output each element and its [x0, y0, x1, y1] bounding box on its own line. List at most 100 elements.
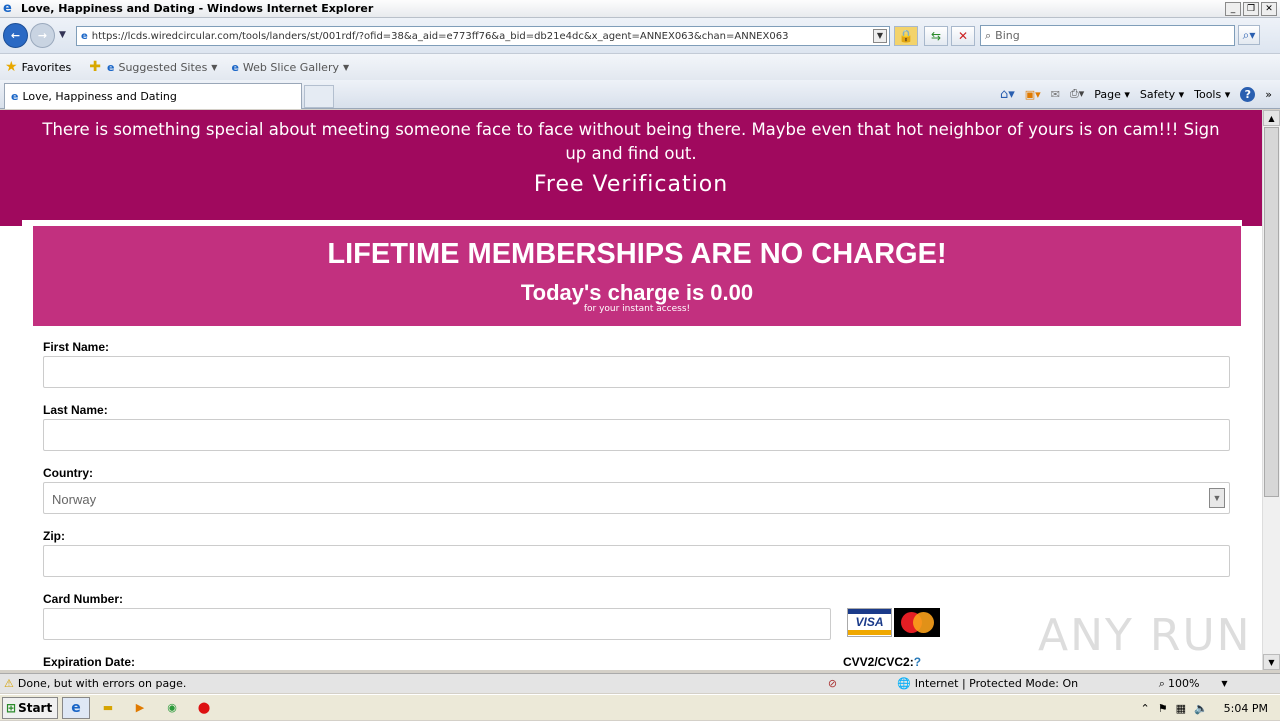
taskbar-explorer-icon[interactable]: ▬ [94, 697, 122, 719]
cvv-label-text: CVV2/CVC2: [843, 655, 914, 669]
taskbar-chrome-icon[interactable]: ◉ [158, 697, 186, 719]
taskbar-security-app-icon[interactable]: ⬤ [190, 697, 218, 719]
chevron-down-icon: ▼ [211, 62, 218, 72]
first-name-field[interactable] [43, 356, 1230, 388]
banner-headline: LIFETIME MEMBERSHIPS ARE NO CHARGE! [327, 238, 947, 270]
page-content: There is something special about meeting… [0, 110, 1262, 670]
safety-menu[interactable]: Safety ▾ [1140, 88, 1184, 101]
help-icon[interactable]: ? [1240, 86, 1256, 102]
favorites-label: Favorites [21, 60, 72, 74]
ie-page-icon: e [231, 60, 239, 74]
feeds-icon[interactable]: ▣▾ [1025, 88, 1041, 101]
chevron-down-icon[interactable]: ▼ [1221, 679, 1227, 688]
ie-page-icon: e [11, 90, 19, 103]
chevron-down-icon[interactable]: ▼ [1209, 488, 1225, 508]
ie-icon: e [3, 0, 12, 16]
favorites-item-label: Suggested Sites [118, 60, 208, 74]
forward-button[interactable]: → [30, 23, 55, 48]
stop-icon: ✕ [957, 29, 969, 43]
start-label: Start [18, 700, 53, 715]
window-title-bar: e Love, Happiness and Dating - Windows I… [0, 0, 1280, 18]
status-message: Done, but with errors on page. [17, 677, 187, 690]
home-icon[interactable]: ⌂▾ [1000, 87, 1015, 102]
new-tab-button[interactable] [304, 85, 334, 108]
watermark-logo: ANY RUN [1038, 610, 1252, 661]
windows-logo-icon: ⊞ [6, 700, 17, 715]
cvv-help-link[interactable]: ? [914, 655, 921, 669]
flag-icon[interactable]: ⚑ [1158, 702, 1168, 715]
back-button[interactable]: ← [3, 23, 28, 48]
add-favorites-icon[interactable]: ✚ [89, 59, 101, 75]
globe-icon: 🌐 [897, 677, 911, 690]
scroll-down-icon[interactable]: ▼ [1263, 654, 1280, 670]
last-name-field[interactable] [43, 419, 1230, 451]
first-name-label: First Name: [43, 340, 110, 354]
address-url: https://lcds.wiredcircular.com/tools/lan… [91, 30, 789, 42]
print-icon[interactable]: ⎙▾ [1070, 87, 1084, 101]
tab-active[interactable]: e Love, Happiness and Dating [4, 83, 302, 109]
refresh-button[interactable]: ⇆ [924, 26, 948, 46]
favorites-item-label: Web Slice Gallery [242, 60, 339, 74]
country-select[interactable]: Norway ▼ [43, 482, 1230, 514]
scroll-up-icon[interactable]: ▲ [1263, 110, 1280, 126]
search-input[interactable]: Bing [995, 29, 1020, 42]
ie-page-icon: e [107, 60, 115, 74]
page-icon: e [81, 30, 88, 42]
search-engine-icon: ⌕ [985, 28, 992, 42]
taskbar: ⊞ Start e ▬ ▶ ◉ ⬤ ⌃ ⚑ ▦ 🔈 5:04 PM [0, 694, 1280, 720]
zip-label: Zip: [43, 529, 65, 543]
protected-mode-icon: ⊘ [827, 677, 838, 690]
search-button[interactable]: ⌕▾ [1238, 25, 1260, 45]
search-box[interactable]: ⌕ Bing [980, 25, 1235, 46]
security-zone-text: Internet | Protected Mode: On [914, 677, 1079, 690]
page-menu[interactable]: Page ▾ [1094, 88, 1130, 101]
address-dropdown-icon[interactable]: ▼ [873, 29, 887, 43]
start-button[interactable]: ⊞ Start [2, 696, 58, 719]
zoom-level[interactable]: 100% [1168, 677, 1199, 690]
warning-icon[interactable]: ⚠ [4, 677, 14, 690]
address-bar[interactable]: e https://lcds.wiredcircular.com/tools/l… [76, 26, 890, 46]
hero-intro-text: There is something special about meeting… [42, 120, 1220, 163]
stop-button[interactable]: ✕ [951, 26, 975, 46]
volume-icon[interactable]: 🔈 [1194, 702, 1208, 715]
vertical-scrollbar[interactable]: ▲ ▼ [1262, 110, 1280, 670]
favorites-item-suggested-sites[interactable]: e Suggested Sites ▼ [107, 61, 217, 74]
tools-menu[interactable]: Tools ▾ [1194, 88, 1230, 101]
tray-expand-icon[interactable]: ⌃ [1140, 702, 1149, 715]
banner-charge: Today's charge is 0.00 [520, 280, 754, 305]
restore-button[interactable]: ❐ [1243, 2, 1259, 16]
favorites-bar: ★ Favorites ✚ e Suggested Sites ▼ e Web … [0, 54, 1280, 80]
clock[interactable]: 5:04 PM [1224, 702, 1268, 715]
system-tray: ⌃ ⚑ ▦ 🔈 5:04 PM [1140, 695, 1280, 721]
window-title: Love, Happiness and Dating - Windows Int… [21, 2, 374, 15]
card-number-label: Card Number: [43, 592, 124, 606]
expiration-date-label: Expiration Date: [43, 655, 136, 669]
favorites-item-web-slice-gallery[interactable]: e Web Slice Gallery ▼ [231, 61, 349, 74]
minimize-button[interactable]: _ [1225, 2, 1241, 16]
hero-subtitle: Free Verification [533, 172, 729, 197]
card-number-field[interactable] [43, 608, 831, 640]
hero-section: There is something special about meeting… [0, 110, 1262, 226]
country-label: Country: [43, 466, 93, 480]
network-icon[interactable]: ▦ [1176, 702, 1186, 715]
search-icon: ⌕▾ [1242, 27, 1256, 42]
taskbar-ie-icon[interactable]: e [62, 696, 90, 719]
chevron-down-icon: ▼ [342, 62, 350, 72]
chevron-more-icon[interactable]: » [1265, 88, 1272, 101]
last-name-label: Last Name: [43, 403, 108, 417]
tab-label: Love, Happiness and Dating [22, 90, 177, 103]
zip-field[interactable] [43, 545, 1230, 577]
close-window-button[interactable]: ✕ [1261, 2, 1277, 16]
security-lock-button[interactable]: 🔒 [894, 26, 918, 46]
zoom-icon[interactable]: ⌕ [1159, 677, 1165, 691]
back-arrow-icon: ← [10, 29, 21, 42]
favorites-button[interactable]: ★ Favorites [5, 59, 71, 75]
taskbar-media-player-icon[interactable]: ▶ [126, 697, 154, 719]
scroll-thumb[interactable] [1264, 127, 1279, 497]
forward-arrow-icon: → [37, 29, 48, 42]
refresh-icon: ⇆ [930, 29, 942, 43]
mail-icon[interactable]: ✉ [1051, 88, 1060, 101]
banner-note: for your instant access! [583, 304, 691, 314]
history-dropdown-icon[interactable]: ▼ [59, 30, 66, 40]
status-bar: ⚠ Done, but with errors on page. ⊘ 🌐 Int… [0, 673, 1280, 693]
